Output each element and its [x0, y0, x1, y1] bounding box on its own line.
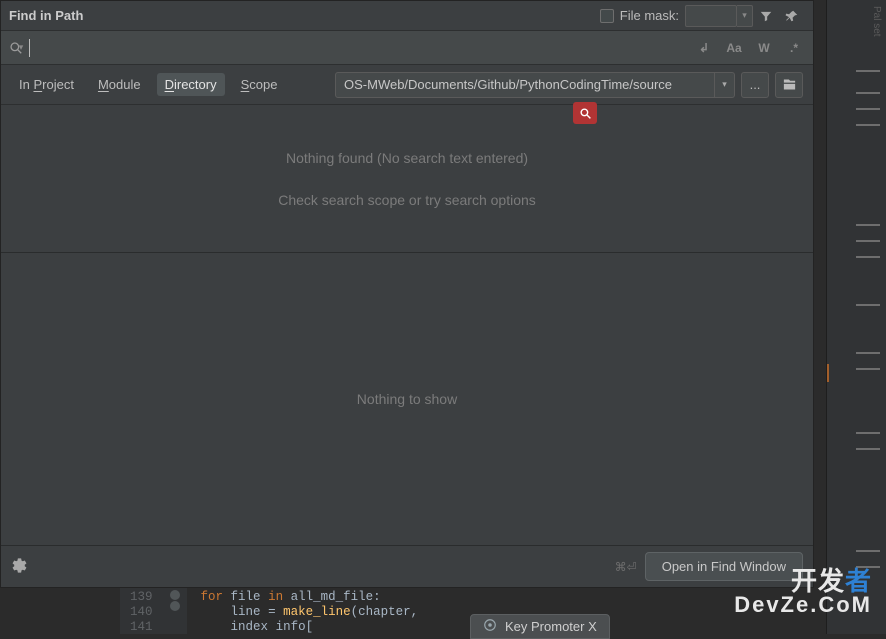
recursive-toggle-icon[interactable] — [775, 72, 803, 98]
minimap-tick — [856, 224, 880, 226]
code-line: line = make_line(chapter, — [201, 605, 419, 620]
nothing-to-show-message: Nothing to show — [357, 391, 457, 407]
editor-minimap: Pal set — [826, 0, 886, 634]
dialog-titlebar: Find in Path File mask: ▾ — [1, 1, 813, 31]
file-mask-dropdown[interactable]: ▾ — [737, 5, 753, 27]
editor-gutter: 139140141 — [120, 588, 163, 634]
editor-code: for file in all_md_file: line = make_lin… — [187, 588, 419, 634]
dialog-title: Find in Path — [9, 8, 83, 23]
pin-icon[interactable] — [779, 5, 805, 27]
regex-option[interactable]: .* — [781, 36, 807, 60]
minimap-tick — [856, 256, 880, 258]
minimap-tick — [856, 70, 880, 72]
nothing-found-message: Nothing found (No search text entered) — [286, 150, 528, 166]
preview-empty-panel: Nothing to show — [1, 253, 813, 545]
code-line: for file in all_md_file: — [201, 590, 419, 605]
search-highlight-badge — [573, 102, 597, 124]
text-caret — [29, 39, 30, 57]
minimap-tick — [856, 304, 880, 306]
tab-module[interactable]: Module — [90, 73, 149, 96]
gutter-line-number: 140 — [130, 605, 153, 620]
editor-gutter-icons — [163, 588, 187, 634]
scope-row: In Project Module Directory Scope OS-MWeb/D… — [1, 65, 813, 105]
match-case-option[interactable]: Aa — [721, 36, 747, 60]
search-row: ▾ ↲ Aa W .* — [1, 31, 813, 65]
search-icon: ▾ — [7, 41, 25, 55]
code-line: index info[ — [201, 620, 419, 635]
check-scope-message: Check search scope or try search options — [278, 192, 536, 208]
key-promoter-label: Key Promoter X — [505, 619, 597, 634]
minimap-tick — [856, 432, 880, 434]
tab-directory[interactable]: Directory — [157, 73, 225, 96]
minimap-tick — [856, 448, 880, 450]
directory-path-dropdown[interactable]: ▾ — [715, 72, 735, 98]
dialog-bottom-bar: ⌘⏎ Open in Find Window — [1, 545, 813, 587]
directory-path-value: OS-MWeb/Documents/Github/PythonCodingTim… — [344, 77, 672, 92]
gear-icon[interactable] — [11, 557, 31, 577]
tab-scope[interactable]: Scope — [233, 73, 286, 96]
gutter-line-number: 139 — [130, 590, 153, 605]
key-promoter-icon — [483, 618, 497, 635]
gutter-line-number: 141 — [130, 620, 153, 635]
directory-path-field[interactable]: OS-MWeb/Documents/Github/PythonCodingTim… — [335, 72, 715, 98]
find-in-path-dialog: Find in Path File mask: ▾ ▾ ↲ Aa W .* In — [0, 0, 814, 588]
browse-button[interactable]: ... — [741, 72, 769, 98]
newline-option-icon[interactable]: ↲ — [691, 36, 717, 60]
minimap-label: Pal set — [871, 6, 882, 37]
search-input[interactable] — [34, 31, 687, 64]
file-mask-label: File mask: — [620, 8, 679, 23]
file-mask-input[interactable] — [685, 5, 737, 27]
open-in-find-window-button[interactable]: Open in Find Window — [645, 552, 803, 581]
minimap-tick — [856, 550, 880, 552]
minimap-tick — [856, 240, 880, 242]
minimap-tick — [856, 92, 880, 94]
whole-words-option[interactable]: W — [751, 36, 777, 60]
minimap-tick — [856, 108, 880, 110]
minimap-viewport-marker — [827, 364, 829, 382]
filter-icon[interactable] — [753, 5, 779, 27]
shortcut-hint: ⌘⏎ — [615, 560, 637, 574]
minimap-tick — [856, 352, 880, 354]
file-mask-checkbox[interactable] — [600, 9, 614, 23]
minimap-tick — [856, 124, 880, 126]
minimap-tick — [856, 566, 880, 568]
minimap-tick — [856, 368, 880, 370]
tab-project[interactable]: In Project — [11, 73, 82, 96]
key-promoter-notification[interactable]: Key Promoter X — [470, 614, 610, 639]
results-empty-panel: Nothing found (No search text entered) C… — [1, 105, 813, 253]
